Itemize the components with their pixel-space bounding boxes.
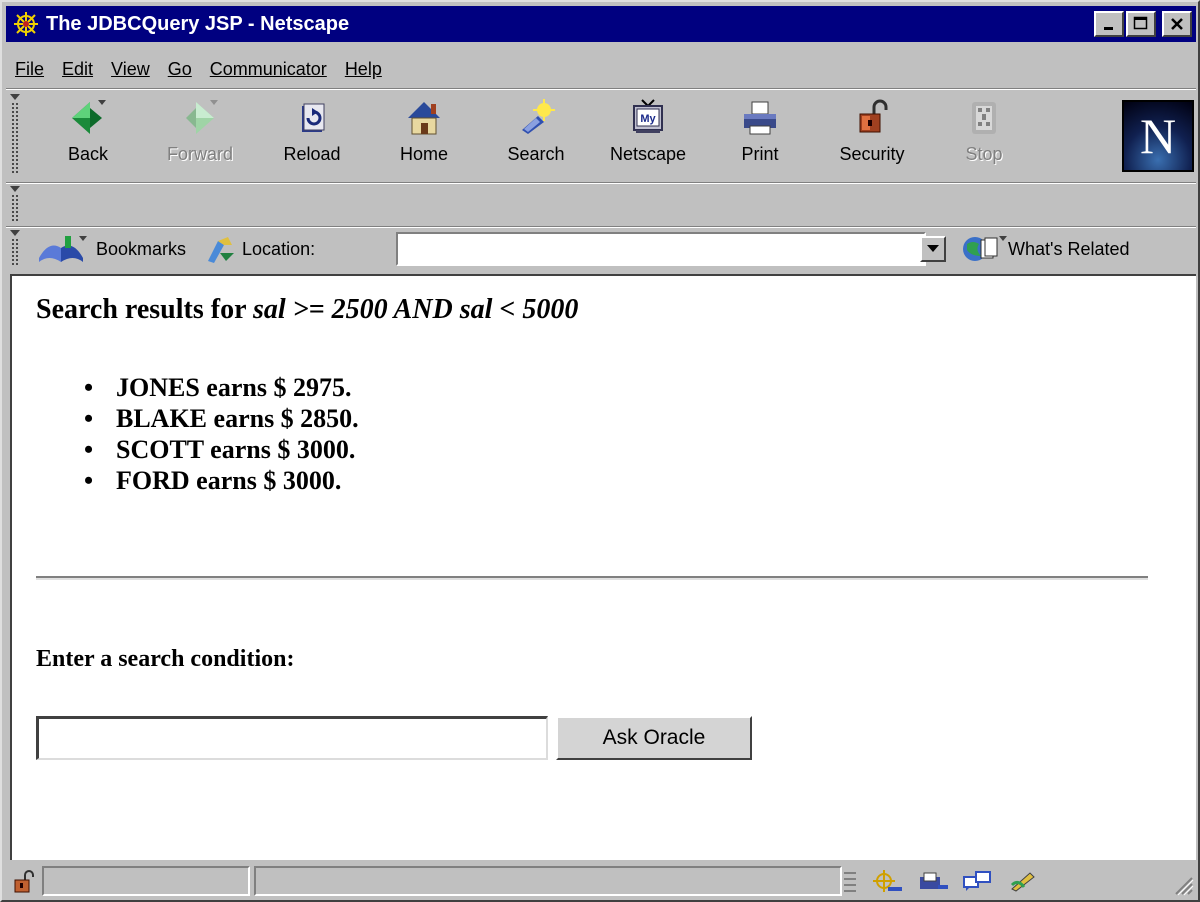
maximize-button[interactable] [1126, 11, 1156, 37]
heading-prefix: Search results for [36, 294, 246, 325]
search-prompt: Enter a search condition: [36, 646, 295, 672]
stop-icon [964, 94, 1004, 142]
svg-text:My: My [640, 113, 656, 125]
menu-view[interactable]: View [102, 59, 159, 80]
netscape-n-icon: N [1139, 108, 1177, 164]
menu-go[interactable]: Go [159, 59, 201, 80]
forward-label: Forward [166, 144, 233, 164]
back-button[interactable]: Back [32, 94, 144, 180]
status-bar [6, 864, 1196, 898]
window-title: The JDBCQuery JSP - Netscape [46, 12, 350, 35]
netscape-logo[interactable]: N [1122, 100, 1194, 172]
location-toolbar: Bookmarks Location: What's Related [32, 230, 1196, 268]
location-dropdown-button[interactable] [920, 236, 946, 262]
browser-window: The JDBCQuery JSP - Netscape File Edit V… [0, 0, 1200, 902]
search-button[interactable]: Search [480, 94, 592, 180]
heading-operator-2: < 5000 [499, 294, 579, 325]
stop-label: Stop [965, 144, 1003, 164]
component-bar-grip[interactable] [842, 868, 858, 894]
heading-operator-1: >= 2500 AND [292, 294, 453, 325]
maximize-icon [1133, 16, 1148, 30]
menubar-divider [6, 88, 1196, 90]
whats-related-icon [960, 233, 1008, 265]
navigator-icon[interactable] [868, 868, 904, 894]
list-item: FORD earns $ 3000. [84, 465, 359, 496]
reload-button[interactable]: Reload [256, 94, 368, 180]
bookmarks-icon[interactable] [32, 233, 90, 265]
forward-arrow-icon [180, 94, 220, 142]
menu-view-label: View [111, 58, 150, 79]
home-button[interactable]: Home [368, 94, 480, 180]
results-list: JONES earns $ 2975. BLAKE earns $ 2850. … [84, 372, 359, 496]
menu-communicator-label: Communicator [209, 58, 327, 79]
list-item: BLAKE earns $ 2850. [84, 403, 359, 434]
back-label: Back [67, 144, 109, 164]
menu-help[interactable]: Help [336, 59, 391, 80]
list-item: SCOTT earns $ 3000. [84, 434, 359, 465]
title-bar[interactable]: The JDBCQuery JSP - Netscape [6, 6, 1196, 42]
list-item: JONES earns $ 2975. [84, 372, 359, 403]
progress-panel [42, 866, 250, 896]
horizontal-rule [36, 576, 1148, 580]
mail-icon[interactable] [914, 868, 950, 894]
menu-file-label: File [15, 58, 45, 79]
reload-label: Reload [283, 144, 341, 164]
menu-communicator[interactable]: Communicator [201, 59, 336, 80]
location-toolbar-grip[interactable] [8, 230, 22, 268]
discussions-icon[interactable] [960, 868, 996, 894]
forward-button[interactable]: Forward [144, 94, 256, 180]
netscape-wheel-icon [12, 10, 40, 38]
composer-icon[interactable] [1006, 868, 1042, 894]
printer-icon [740, 94, 780, 142]
menu-go-label: Go [167, 58, 192, 79]
results-heading: Search results for sal >= 2500 AND sal <… [36, 294, 578, 326]
close-icon [1171, 18, 1183, 30]
heading-field-2: sal [459, 294, 493, 325]
my-netscape-icon: My [628, 94, 668, 142]
security-label: Security [839, 144, 905, 164]
menu-help-label: Help [344, 58, 382, 79]
home-label: Home [399, 144, 448, 164]
stop-button[interactable]: Stop [928, 94, 1040, 180]
security-button[interactable]: Security [816, 94, 928, 180]
navbar-divider [6, 182, 1196, 184]
menu-bar: File Edit View Go Communicator Help [6, 54, 391, 84]
bookmarks-label[interactable]: Bookmarks [96, 239, 186, 260]
menu-edit-label: Edit [62, 58, 94, 79]
search-icon [516, 94, 556, 142]
personal-toolbar-divider [6, 226, 1196, 228]
location-input[interactable] [396, 232, 926, 266]
home-icon [404, 94, 444, 142]
status-message-panel [254, 866, 842, 896]
personal-toolbar-grip[interactable] [8, 186, 22, 224]
chevron-down-icon [927, 245, 939, 252]
menu-edit[interactable]: Edit [53, 59, 102, 80]
back-arrow-icon [68, 94, 108, 142]
security-status-icon[interactable] [6, 866, 42, 896]
location-icon[interactable] [200, 233, 242, 265]
resize-grip-icon[interactable] [1172, 874, 1194, 896]
minimize-icon [1104, 27, 1113, 30]
netscape-label: Netscape [609, 144, 687, 164]
minimize-button[interactable] [1094, 11, 1124, 37]
navbar-grip[interactable] [8, 94, 22, 176]
my-netscape-button[interactable]: My Netscape [592, 94, 704, 180]
close-button[interactable] [1162, 11, 1192, 37]
heading-field-1: sal [253, 294, 286, 325]
search-condition-input[interactable] [36, 716, 548, 760]
menu-file[interactable]: File [6, 59, 53, 80]
whats-related-label: What's Related [1008, 238, 1130, 259]
reload-icon [292, 94, 332, 142]
page-content: Search results for sal >= 2500 AND sal <… [10, 274, 1196, 860]
padlock-icon [852, 94, 892, 142]
ask-oracle-button[interactable]: Ask Oracle [556, 716, 752, 760]
print-button[interactable]: Print [704, 94, 816, 180]
navigation-toolbar: Back Forward Reload Home Search My Netsc… [32, 94, 1092, 180]
location-label: Location: [242, 238, 316, 259]
whats-related-button[interactable]: What's Related [960, 230, 1130, 268]
print-label: Print [741, 144, 779, 164]
search-label: Search [507, 144, 565, 164]
